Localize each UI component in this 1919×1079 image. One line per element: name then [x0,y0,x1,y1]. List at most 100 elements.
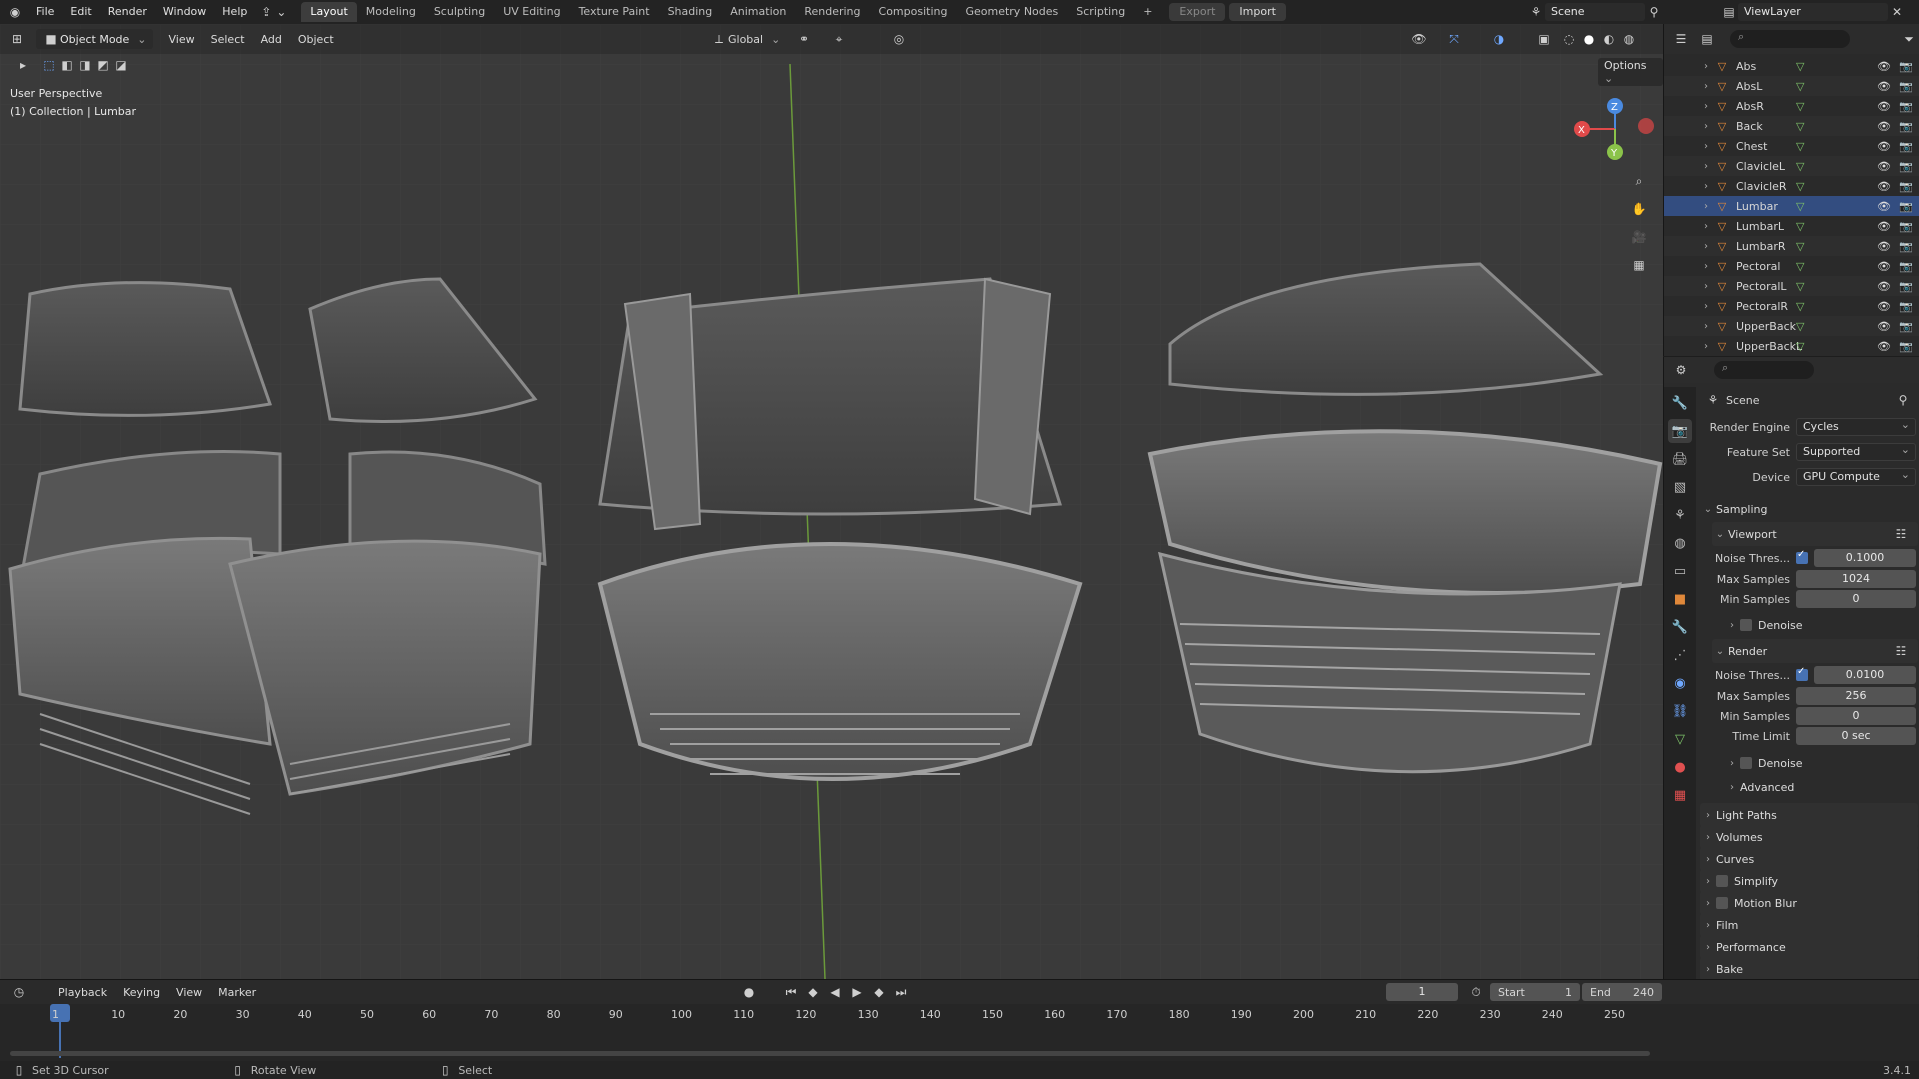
rendered-shading-icon[interactable]: ◍ [1620,30,1638,48]
select-extend-icon[interactable]: ◧ [58,56,76,74]
constraints-tab-icon[interactable]: ⛓ [1668,699,1692,723]
render-denoise-checkbox[interactable] [1740,757,1752,769]
outliner-item[interactable]: › ▽ PectoralR ▽ 👁 📷 [1664,296,1919,316]
object-tab-icon[interactable]: ■ [1668,587,1692,611]
camera-icon[interactable]: 📷 [1899,300,1913,313]
outliner-item[interactable]: › ▽ ClavicleR ▽ 👁 📷 [1664,176,1919,196]
chevron-right-icon[interactable]: › [1698,241,1714,252]
timeline-menu-playback[interactable]: Playback [50,986,115,999]
eye-icon[interactable]: 👁 [1877,240,1891,253]
play-icon[interactable]: ▶ [848,983,866,1001]
editor-type-icon[interactable]: ⊞ [8,30,26,48]
options-button[interactable]: Options ⌄ [1598,58,1663,86]
viewport-noise-field[interactable]: 0.1000 [1814,549,1916,567]
chevron-right-icon[interactable]: › [1698,141,1714,152]
chevron-right-icon[interactable]: › [1698,161,1714,172]
menu-edit[interactable]: Edit [62,0,99,24]
object-mode-dropdown[interactable]: ■ Object Mode ⌄ [36,29,153,49]
overlay-toggle-icon[interactable]: ◑ [1490,30,1508,48]
record-icon[interactable]: ● [740,983,758,1001]
timeline-menu-view[interactable]: View [168,986,210,999]
eye-icon[interactable]: 👁 [1877,300,1891,313]
list-menu-icon[interactable]: ☷ [1892,525,1910,543]
scene-tab-icon[interactable]: ⚘ [1668,503,1692,527]
viewport-menu-select[interactable]: Select [203,33,253,46]
chevron-right-icon[interactable]: › [1698,121,1714,132]
particles-tab-icon[interactable]: ⋰ [1668,643,1692,667]
menu-render[interactable]: Render [100,0,155,24]
add-workspace-button[interactable]: + [1134,2,1161,22]
select-subtract-icon[interactable]: ◨ [76,56,94,74]
chevron-right-icon[interactable]: › [1698,341,1714,352]
panel-volumes[interactable]: › Volumes [1700,825,1918,849]
viewport-menu-object[interactable]: Object [290,33,342,46]
feature-set-dropdown[interactable]: Supported [1796,442,1916,461]
outliner-item[interactable]: › ▽ UpperBack ▽ 👁 📷 [1664,316,1919,336]
camera-icon[interactable]: 📷 [1899,160,1913,173]
camera-icon[interactable]: 📷 [1899,220,1913,233]
camera-icon[interactable]: 📷 [1899,200,1913,213]
camera-icon[interactable]: 📷 [1899,120,1913,133]
timeline-scrollbar[interactable] [10,1051,1650,1056]
tab-modeling[interactable]: Modeling [357,2,425,22]
select-invert-icon[interactable]: ◩ [94,56,112,74]
modifier-tab-icon[interactable]: 🔧 [1668,615,1692,639]
outliner-item[interactable]: › ▽ UpperBackL ▽ 👁 📷 [1664,336,1919,356]
list-menu-icon[interactable]: ☷ [1892,642,1910,660]
orthographic-grid-icon[interactable]: ▦ [1630,256,1648,274]
panel-motion-blur[interactable]: › Motion Blur [1700,891,1918,915]
scene-name-field[interactable]: Scene [1545,3,1645,21]
outliner-item[interactable]: › ▽ Chest ▽ 👁 📷 [1664,136,1919,156]
world-tab-icon[interactable]: ◍ [1668,531,1692,555]
eye-icon[interactable]: 👁 [1877,200,1891,213]
panel-performance[interactable]: › Performance [1700,935,1918,959]
play-reverse-icon[interactable]: ◀ [826,983,844,1001]
eye-icon[interactable]: 👁 [1877,180,1891,193]
tab-uv-editing[interactable]: UV Editing [494,2,569,22]
viewport-denoise-checkbox[interactable] [1740,619,1752,631]
tab-animation[interactable]: Animation [721,2,795,22]
panel-light-paths[interactable]: › Light Paths [1700,803,1918,827]
editor-type-icon[interactable]: ◷ [10,983,28,1001]
chevron-right-icon[interactable]: › [1698,181,1714,192]
chevron-right-icon[interactable]: › [1698,321,1714,332]
eye-icon[interactable]: 👁 [1877,160,1891,173]
pan-hand-icon[interactable]: ✋ [1630,200,1648,218]
timeline-menu-keying[interactable]: Keying [115,986,168,999]
pivot-icon[interactable]: ⚭ [795,30,813,48]
stopwatch-icon[interactable]: ⏱ [1467,983,1485,1001]
camera-icon[interactable]: 📷 [1899,60,1913,73]
camera-icon[interactable]: 📷 [1899,280,1913,293]
select-box-icon[interactable]: ⬚ [40,56,58,74]
eye-icon[interactable]: 👁 [1877,340,1891,353]
tab-compositing[interactable]: Compositing [870,2,957,22]
output-tab-icon[interactable]: 🖨 [1668,447,1692,471]
eye-icon[interactable]: 👁 [1877,140,1891,153]
outliner-item[interactable]: › ▽ AbsR ▽ 👁 📷 [1664,96,1919,116]
navigation-gizmo[interactable]: Z X Y [1570,94,1660,164]
menu-help[interactable]: Help [214,0,255,24]
menu-window[interactable]: Window [155,0,214,24]
outliner-item[interactable]: › ▽ Lumbar ▽ 👁 📷 [1664,196,1919,216]
viewport-min-samples-field[interactable]: 0 [1796,590,1916,608]
sampling-section-header[interactable]: ⌄ Sampling [1700,497,1918,521]
current-frame-field[interactable]: 1 [1386,983,1458,1001]
jump-start-icon[interactable]: ⏮ [782,983,800,1001]
viewport-denoise-section[interactable]: › Denoise [1724,613,1918,637]
camera-icon[interactable]: 📷 [1899,180,1913,193]
import-button[interactable]: Import [1229,3,1286,21]
render-tab-icon[interactable]: 📷 [1668,419,1692,443]
panel-checkbox[interactable] [1716,875,1728,887]
render-max-samples-field[interactable]: 256 [1796,687,1916,705]
menu-file[interactable]: File [28,0,62,24]
solid-shading-icon[interactable]: ● [1580,30,1598,48]
eye-icon[interactable]: 👁 [1877,80,1891,93]
data-tab-icon[interactable]: ▽ [1668,727,1692,751]
prev-keyframe-icon[interactable]: ◆ [804,983,822,1001]
filter-icon[interactable]: ⏷ [1900,30,1918,48]
export-button[interactable]: Export [1169,3,1226,21]
eye-icon[interactable]: 👁 [1877,120,1891,133]
outliner-search-input[interactable]: ⌕ [1730,30,1850,48]
viewport-noise-checkbox[interactable] [1796,549,1808,564]
view-layer-tab-icon[interactable]: ▧ [1668,475,1692,499]
